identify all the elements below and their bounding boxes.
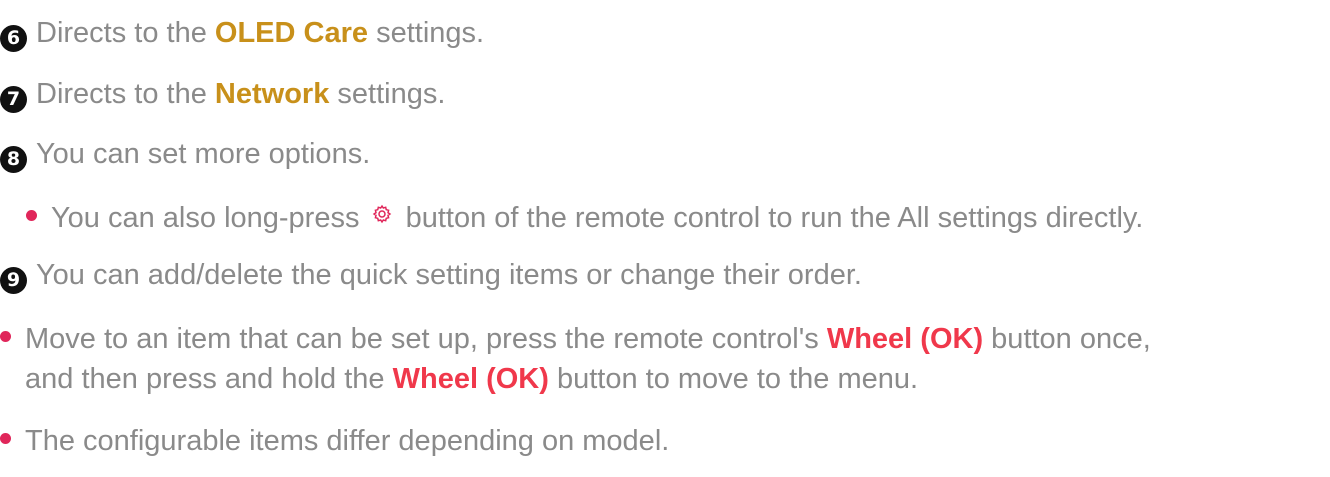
item-text: You can set more options. (36, 138, 371, 170)
item-text: Directs to the (36, 17, 215, 49)
item-text: Directs to the (36, 78, 215, 110)
bullet-dot (26, 210, 37, 221)
note-text: Move to an item that can be set up, pres… (25, 323, 827, 355)
sub-bullet-text: button of the remote control to run the … (397, 202, 1144, 234)
number-badge: 7 (0, 86, 27, 113)
sub-bullet-text: You can also long-press (51, 202, 368, 234)
item-7: 7 Directs to the Network settings. (0, 76, 445, 113)
bullet-dot (0, 433, 11, 444)
number-badge: 9 (0, 267, 27, 294)
bullet-dot (0, 331, 11, 342)
item-text: You can add/delete the quick setting ite… (36, 259, 862, 291)
item-text: settings. (329, 78, 446, 110)
highlight-wheel-ok: Wheel (OK) (392, 363, 549, 395)
highlight-wheel-ok: Wheel (OK) (826, 323, 984, 355)
highlight-network: Network (214, 78, 330, 110)
note-text: button to move to the menu. (548, 363, 919, 395)
note-text: button once, (983, 323, 1151, 355)
note-wheel-ok-continued: and then press and hold the Wheel (OK) b… (25, 361, 918, 397)
item-text: settings. (368, 17, 485, 49)
item-6: 6 Directs to the OLED Care settings. (0, 15, 484, 52)
number-badge: 6 (0, 25, 27, 52)
note-text: The configurable items differ depending … (25, 425, 670, 457)
note-text: and then press and hold the (25, 363, 393, 395)
item-9: 9 You can add/delete the quick setting it… (0, 257, 862, 294)
highlight-oled-care: OLED Care (214, 17, 369, 49)
sub-bullet: You can also long-press button of the re… (26, 197, 1143, 236)
note-configurable-items: The configurable items differ depending … (0, 423, 669, 459)
note-wheel-ok: Move to an item that can be set up, pres… (0, 321, 1151, 357)
number-badge: 8 (0, 146, 27, 173)
item-8: 8 You can set more options. (0, 136, 370, 173)
gear-icon (372, 197, 392, 224)
